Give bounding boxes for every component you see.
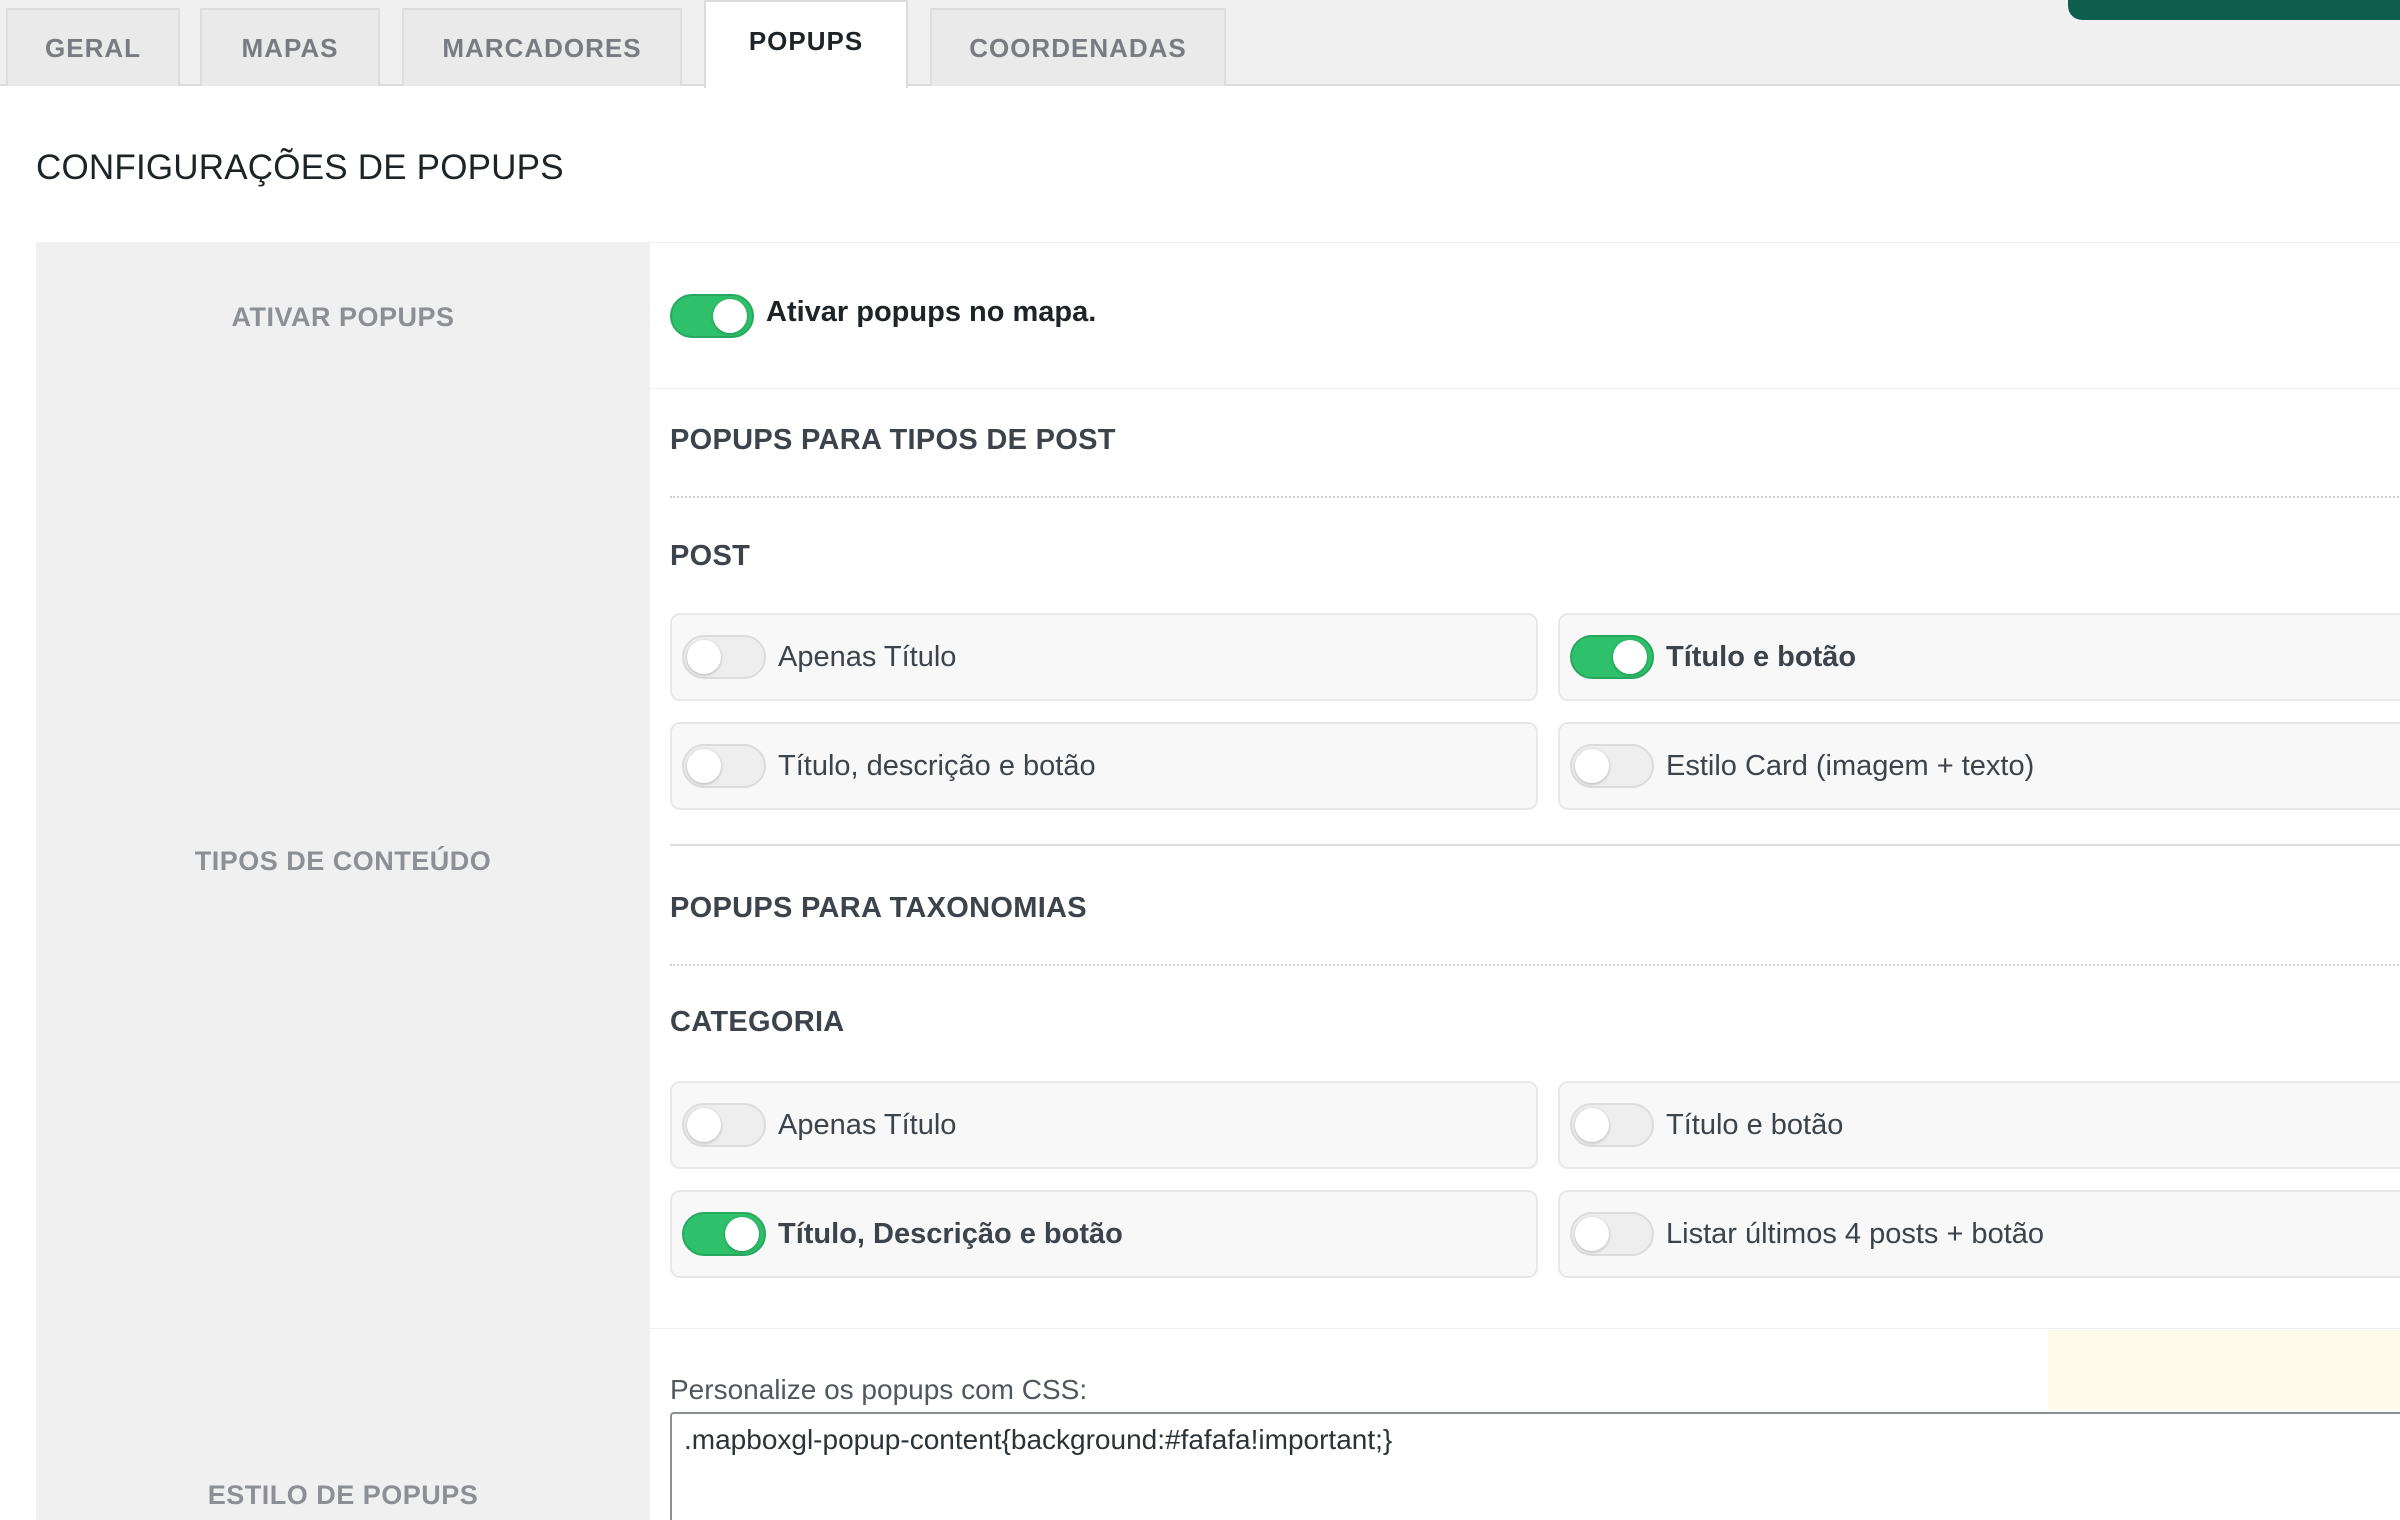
dotted-divider	[670, 964, 2400, 966]
option-toggle[interactable]	[682, 1103, 766, 1147]
post-option-titulo-descricao-botao[interactable]: Título, descrição e botão	[670, 722, 1538, 810]
enable-popups-label: Ativar popups no mapa.	[766, 296, 1097, 328]
post-option-estilo-card[interactable]: Estilo Card (imagem + texto)	[1558, 722, 2400, 810]
row-divider	[650, 388, 2400, 389]
option-label: Título, descrição e botão	[778, 749, 1096, 782]
save-button-edge[interactable]	[2068, 0, 2400, 20]
category-option-apenas-titulo[interactable]: Apenas Título	[670, 1081, 1538, 1169]
option-label: Listar últimos 4 posts + botão	[1666, 1217, 2045, 1250]
option-label: Estilo Card (imagem + texto)	[1666, 749, 2035, 782]
option-toggle[interactable]	[1570, 1103, 1654, 1147]
category-option-titulo-e-botao[interactable]: Título e botão	[1558, 1081, 2400, 1169]
tab-bar: GERAL MAPAS MARCADORES POPUPS COORDENADA…	[0, 0, 2400, 88]
option-toggle[interactable]	[682, 744, 766, 788]
toggle-knob	[713, 299, 747, 333]
category-option-titulo-descricao-botao[interactable]: Título, Descrição e botão	[670, 1190, 1538, 1278]
category-heading: CATEGORIA	[670, 1006, 845, 1038]
row-divider	[650, 1328, 2400, 1329]
row-label-tipos-de-conteudo: TIPOS DE CONTEÚDO	[194, 846, 492, 876]
option-label: Título e botão	[1666, 1108, 1844, 1141]
settings-label-column	[36, 242, 650, 1520]
post-types-heading: POPUPS PARA TIPOS DE POST	[670, 424, 1116, 456]
custom-css-textarea[interactable]: .mapboxgl-popup-content{background:#fafa…	[670, 1412, 2400, 1520]
option-toggle[interactable]	[682, 1212, 766, 1256]
row-label-estilo-de-popups: ESTILO DE POPUPS	[207, 1480, 479, 1510]
notice-highlight	[2048, 1330, 2400, 1410]
toggle-knob	[687, 1108, 721, 1142]
row-divider	[650, 242, 2400, 243]
option-label: Título e botão	[1666, 640, 1857, 673]
post-option-apenas-titulo[interactable]: Apenas Título	[670, 613, 1538, 701]
tab-popups-label: POPUPS	[748, 25, 864, 56]
tab-marcadores[interactable]: MARCADORES	[402, 8, 682, 86]
toggle-knob	[725, 1217, 759, 1251]
option-label: Apenas Título	[778, 1108, 957, 1141]
tab-mapas[interactable]: MAPAS	[200, 8, 380, 86]
category-option-listar-ultimos-posts[interactable]: Listar últimos 4 posts + botão	[1558, 1190, 2400, 1278]
option-toggle[interactable]	[682, 635, 766, 679]
option-label: Apenas Título	[778, 640, 957, 673]
option-toggle[interactable]	[1570, 635, 1654, 679]
toggle-knob	[687, 640, 721, 674]
toggle-knob	[687, 749, 721, 783]
row-label-ativar-popups: ATIVAR POPUPS	[231, 302, 455, 332]
option-toggle[interactable]	[1570, 1212, 1654, 1256]
option-label: Título, Descrição e botão	[778, 1217, 1123, 1250]
tab-coordenadas[interactable]: COORDENADAS	[930, 8, 1226, 86]
dotted-divider	[670, 496, 2400, 498]
toggle-knob	[1575, 749, 1609, 783]
tab-geral[interactable]: GERAL	[6, 8, 180, 86]
toggle-knob	[1575, 1217, 1609, 1251]
css-hint-label: Personalize os popups com CSS:	[670, 1374, 1088, 1405]
page-title: CONFIGURAÇÕES DE POPUPS	[36, 148, 564, 187]
option-toggle[interactable]	[1570, 744, 1654, 788]
toggle-knob	[1613, 640, 1647, 674]
section-divider	[670, 844, 2400, 846]
post-heading: POST	[670, 540, 751, 572]
tab-popups[interactable]: POPUPS	[704, 0, 908, 88]
toggle-knob	[1575, 1108, 1609, 1142]
post-option-titulo-e-botao[interactable]: Título e botão	[1558, 613, 2400, 701]
enable-popups-toggle[interactable]	[670, 294, 754, 338]
taxonomies-heading: POPUPS PARA TAXONOMIAS	[670, 892, 1087, 924]
